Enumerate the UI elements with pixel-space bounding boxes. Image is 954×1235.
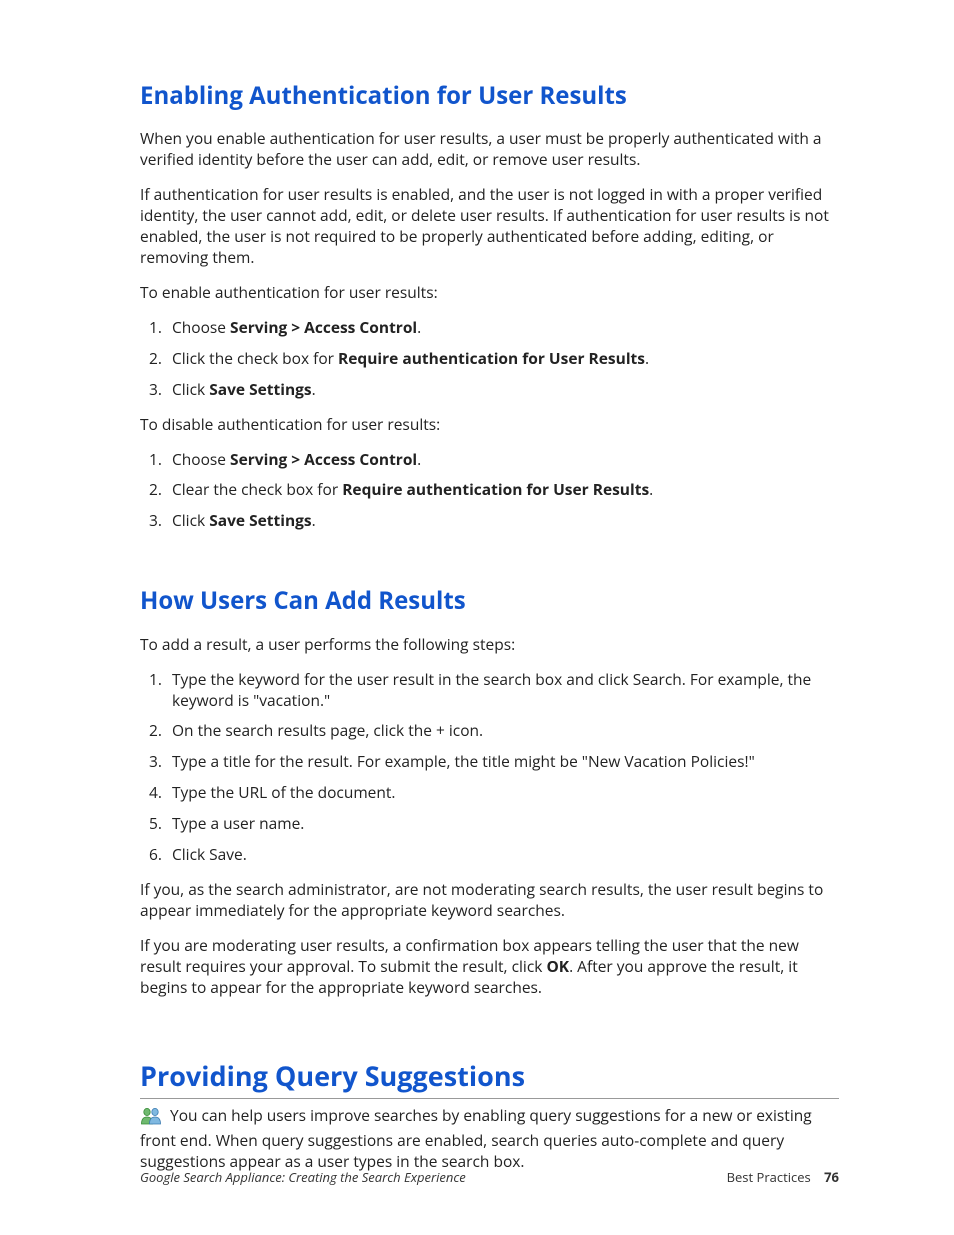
text-bold: Save Settings [209,509,311,531]
list-item: Type the URL of the document. [166,782,839,803]
paragraph: To enable authentication for user result… [140,282,839,303]
text-bold: OK [546,955,569,977]
text: . [417,316,421,338]
heading-enabling-auth: Enabling Authentication for User Results [140,80,839,112]
list-item: Type a title for the result. For example… [166,751,839,772]
text-bold: Serving > Access Control [230,316,417,338]
footer-section: Best Practices 76 [727,1169,839,1187]
list-item: Click the check box for Require authenti… [166,348,839,369]
text-bold: Require authentication for User Results [342,478,649,500]
heading-how-users-add: How Users Can Add Results [140,585,839,617]
users-icon [140,1107,162,1130]
page-footer: Google Search Appliance: Creating the Se… [140,1169,839,1187]
paragraph: You can help users improve searches by e… [140,1105,839,1172]
heading-query-suggestions: Providing Query Suggestions [140,1058,839,1099]
ordered-list-add-steps: Type the keyword for the user result in … [140,669,839,865]
document-page: Enabling Authentication for User Results… [0,0,954,1235]
text: Click [172,509,209,531]
paragraph: To add a result, a user performs the fol… [140,634,839,655]
text: . [649,478,653,500]
list-item: Click Save. [166,844,839,865]
list-item: Type the keyword for the user result in … [166,669,839,711]
text: Choose [172,316,230,338]
list-item: On the search results page, click the + … [166,720,839,741]
ordered-list-enable: Choose Serving > Access Control. Click t… [140,317,839,400]
text: . [417,448,421,470]
footer-label: Best Practices [727,1168,811,1186]
page-number: 76 [824,1168,839,1186]
paragraph: If you, as the search administrator, are… [140,879,839,921]
text-bold: Save Settings [209,378,311,400]
paragraph: If authentication for user results is en… [140,184,839,268]
text: Click [172,378,209,400]
text: . [312,509,316,531]
text-bold: Serving > Access Control [230,448,417,470]
ordered-list-disable: Choose Serving > Access Control. Clear t… [140,449,839,532]
list-item: Click Save Settings. [166,379,839,400]
list-item: Choose Serving > Access Control. [166,317,839,338]
text: You can help users improve searches by e… [140,1104,812,1172]
paragraph: If you are moderating user results, a co… [140,935,839,998]
text: Choose [172,448,230,470]
footer-title: Google Search Appliance: Creating the Se… [140,1169,466,1187]
list-item: Clear the check box for Require authenti… [166,479,839,500]
text: Click the check box for [172,347,338,369]
list-item: Choose Serving > Access Control. [166,449,839,470]
list-item: Click Save Settings. [166,510,839,531]
text: . [312,378,316,400]
text: . [645,347,649,369]
paragraph: To disable authentication for user resul… [140,414,839,435]
text-bold: Require authentication for User Results [338,347,645,369]
text: Clear the check box for [172,478,342,500]
list-item: Type a user name. [166,813,839,834]
paragraph: When you enable authentication for user … [140,128,839,170]
